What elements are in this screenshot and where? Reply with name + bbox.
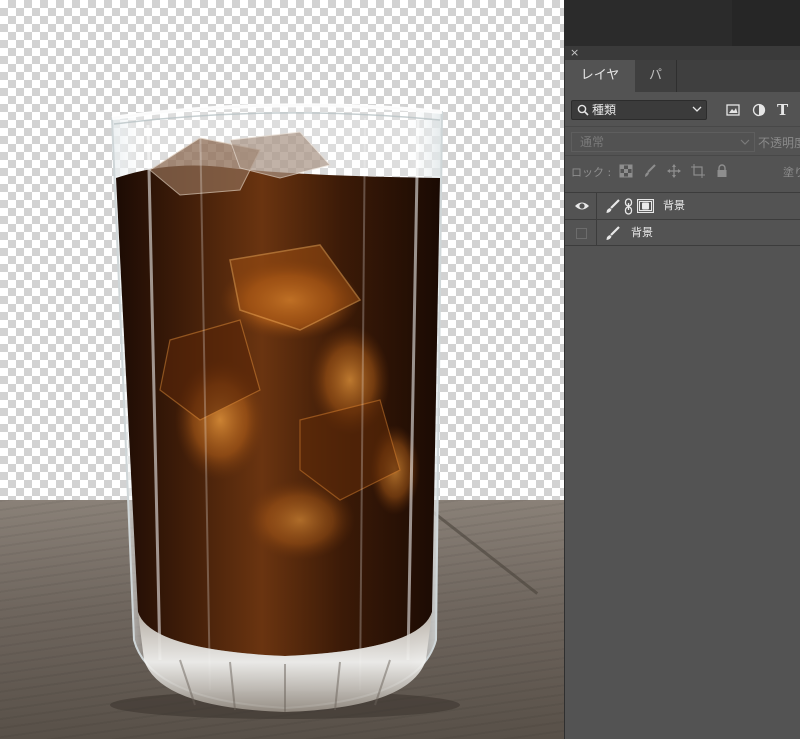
tab-layers[interactable]: レイヤー — [565, 60, 635, 115]
move-icon[interactable] — [667, 164, 681, 178]
panel-title-bar[interactable]: × — [565, 46, 800, 60]
brush-icon[interactable] — [643, 164, 657, 178]
type-filter-icon[interactable]: T — [777, 102, 793, 118]
layer-name[interactable]: 背景 — [631, 226, 653, 240]
chain-icon[interactable] — [624, 198, 633, 215]
filter-kind-label: 種類 — [592, 103, 617, 117]
panel-tab-bar: レイヤー パス — [565, 60, 800, 115]
brush-icon — [606, 199, 620, 213]
opacity-label: 不透明度 — [758, 136, 800, 150]
layer-row[interactable]: 背景 — [565, 219, 800, 246]
adjustment-filter-icon[interactable] — [751, 102, 767, 118]
search-icon — [577, 104, 589, 116]
blend-mode-select[interactable]: 通常 — [571, 132, 755, 152]
blend-mode-label: 通常 — [580, 135, 605, 149]
blend-mode-row: 通常 不透明度 — [565, 126, 800, 155]
image-filter-icon[interactable] — [725, 102, 741, 118]
layer-filter-row: 種類 T — [565, 92, 800, 126]
brush-icon — [606, 226, 620, 240]
layer-row[interactable]: 背景 — [565, 192, 800, 219]
tab-paths[interactable]: パス — [635, 60, 677, 115]
pasteboard-area — [732, 0, 800, 46]
filter-kind-select[interactable]: 種類 — [571, 100, 707, 120]
lock-row: ロック : 塗り — [565, 155, 800, 186]
lock-icon[interactable] — [715, 164, 729, 178]
fill-label: 塗り — [783, 166, 800, 179]
lock-transparent-icon[interactable] — [619, 164, 633, 178]
layers-panel: × レイヤー パス 種類 T 通常 — [564, 46, 800, 739]
lock-label: ロック : — [571, 166, 612, 179]
mask-icon[interactable] — [637, 199, 654, 213]
artboard-icon[interactable] — [691, 164, 705, 178]
chevron-down-icon — [692, 106, 702, 112]
layer-name[interactable]: 背景 — [663, 199, 685, 213]
cola-liquid — [116, 165, 440, 657]
visibility-off-box[interactable] — [576, 228, 587, 239]
layer-visibility-toggle[interactable] — [565, 220, 597, 246]
close-icon[interactable]: × — [570, 46, 579, 60]
layer-visibility-toggle[interactable] — [565, 193, 597, 219]
chevron-down-icon — [740, 139, 750, 145]
eye-icon[interactable] — [574, 200, 590, 212]
iced-cola-glass — [110, 103, 460, 719]
